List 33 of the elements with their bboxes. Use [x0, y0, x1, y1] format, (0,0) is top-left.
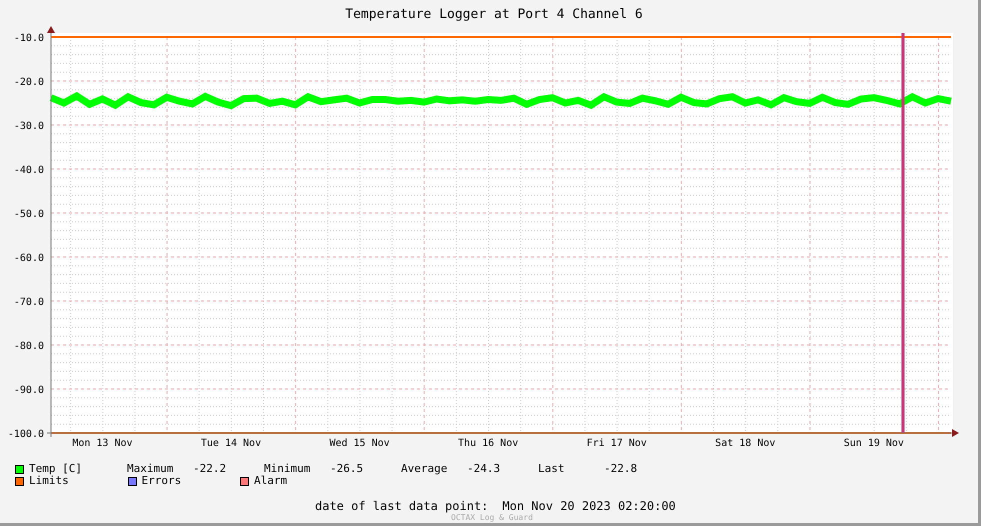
- stat-label: Last: [538, 463, 566, 475]
- y-axis-label: -40.0: [14, 165, 44, 176]
- legend-label: Errors: [142, 475, 182, 487]
- legend-label: Limits: [29, 475, 69, 487]
- legend-label: Alarm: [254, 475, 288, 487]
- stat-value: -22.8: [604, 463, 638, 475]
- footer-label: date of last data point:: [315, 499, 488, 513]
- y-axis-label: -100.0: [8, 429, 44, 440]
- x-axis-label: Thu 16 Nov: [458, 438, 518, 449]
- watermark-text: OCTAX Log & Guard: [451, 513, 533, 522]
- stat-value: -26.5: [330, 463, 364, 475]
- x-axis-label: Tue 14 Nov: [200, 438, 262, 449]
- stat-label: Minimum: [264, 463, 312, 475]
- x-axis-label: Sun 19 Nov: [844, 438, 904, 449]
- y-axis-label: -50.0: [14, 209, 44, 220]
- y-axis-label: -70.0: [14, 297, 44, 308]
- x-axis-label: Wed 15 Nov: [329, 438, 390, 449]
- x-axis-label: Fri 17 Nov: [586, 438, 647, 449]
- legend-label: Temp [C]: [29, 463, 83, 475]
- stat-value: -24.3: [467, 463, 500, 475]
- y-axis-label: -80.0: [14, 341, 44, 352]
- x-axis-label: Mon 13 Nov: [72, 438, 133, 449]
- y-axis-label: -20.0: [14, 77, 44, 88]
- y-axis-label: -60.0: [14, 253, 44, 264]
- chart-title: Temperature Logger at Port 4 Channel 6: [345, 7, 643, 22]
- stat-value: -22.2: [193, 463, 226, 475]
- y-axis-label: -10.0: [14, 33, 44, 44]
- x-axis-label: Sat 18 Nov: [715, 438, 776, 449]
- footer-value: Mon Nov 20 2023 02:20:00: [502, 499, 676, 513]
- stat-label: Maximum: [127, 463, 174, 475]
- y-axis-label: -90.0: [14, 385, 44, 396]
- y-axis-label: -30.0: [14, 121, 44, 132]
- stat-label: Average: [401, 463, 448, 475]
